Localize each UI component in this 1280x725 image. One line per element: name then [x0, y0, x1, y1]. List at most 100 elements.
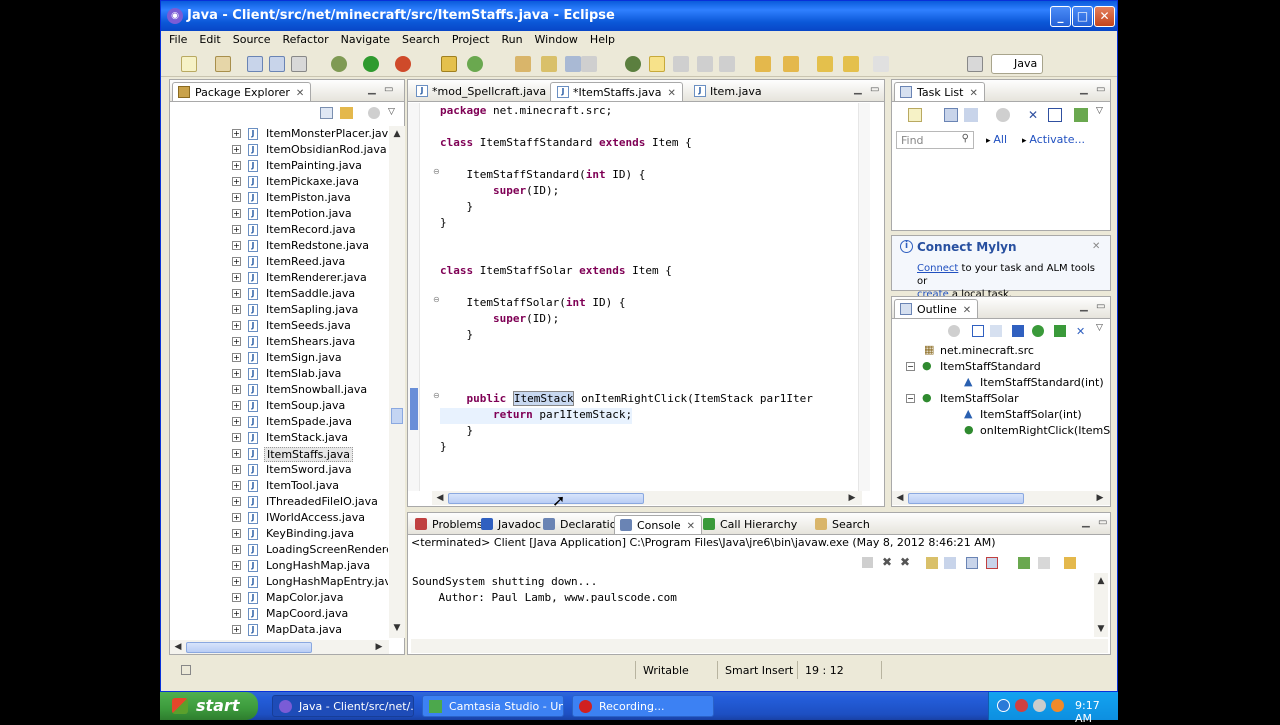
package-tree-item[interactable]: + J ItemMonsterPlacer.java [170, 126, 388, 142]
previous-annotation-icon[interactable] [783, 56, 799, 72]
clear-icon[interactable]: ✕ [1028, 108, 1038, 122]
code-line[interactable]: } [440, 424, 473, 440]
expand-icon[interactable]: + [232, 433, 241, 442]
package-tree-item[interactable]: + J ItemObsidianRod.java [170, 142, 388, 158]
code-line[interactable]: class ItemStaffSolar extends Item { [440, 264, 672, 280]
external-tools-icon[interactable] [395, 56, 411, 72]
open-perspective-icon[interactable] [967, 56, 983, 72]
package-tree-item[interactable]: + J KeyBinding.java [170, 526, 388, 542]
code-line[interactable]: return par1ItemStack; [440, 408, 633, 424]
minimize-view-icon[interactable]: ▁ [854, 84, 862, 95]
minimize-view-icon[interactable]: ▁ [1082, 517, 1090, 528]
package-tree-item[interactable]: + J ItemPotion.java [170, 206, 388, 222]
minimize-view-icon[interactable]: ▁ [1080, 84, 1088, 95]
new-java-project-icon[interactable] [441, 56, 457, 72]
expand-icon[interactable]: + [232, 337, 241, 346]
new-project-icon[interactable] [215, 56, 231, 72]
expand-icon[interactable]: + [232, 369, 241, 378]
expand-icon[interactable]: + [232, 193, 241, 202]
scroll-thumb[interactable] [391, 408, 403, 424]
close-tab-icon[interactable]: ✕ [296, 88, 304, 99]
minimize-button[interactable]: _ [1050, 6, 1071, 27]
filter-outline-icon[interactable]: ✕ [1076, 325, 1088, 338]
package-tree-item[interactable]: + J ItemSign.java [170, 350, 388, 366]
scroll-lock-icon[interactable] [944, 557, 956, 569]
maximize-view-icon[interactable]: ▭ [384, 84, 393, 95]
code-line[interactable]: super(ID); [440, 312, 559, 328]
show-stdout-icon[interactable] [966, 557, 978, 569]
collapse-all-icon[interactable] [320, 107, 333, 119]
fold-marker-icon[interactable]: ⊖ [433, 295, 440, 304]
outline-item[interactable]: − ● ItemStaffStandard [892, 359, 1110, 375]
terminate-icon[interactable] [862, 557, 873, 568]
expand-icon[interactable]: + [232, 241, 241, 250]
expand-icon[interactable]: + [232, 145, 241, 154]
maximize-button[interactable]: □ [1072, 6, 1093, 27]
package-vertical-scrollbar[interactable]: ▲ ▼ [389, 126, 405, 638]
collapse-icon[interactable]: − [906, 394, 915, 403]
scroll-left-arrow-icon[interactable]: ◀ [172, 641, 184, 653]
code-line[interactable]: ItemStaffSolar(int ID) { [440, 296, 625, 312]
fast-view-icon[interactable] [181, 665, 191, 675]
menu-refactor[interactable]: Refactor [275, 31, 333, 46]
console-vertical-scrollbar[interactable]: ▲ ▼ [1094, 573, 1108, 637]
expand-icon[interactable]: + [232, 257, 241, 266]
task-recording[interactable]: Recording... [572, 695, 714, 717]
block-selection-icon[interactable] [673, 56, 689, 72]
find-input[interactable]: Find ⚲ [896, 131, 974, 149]
package-tree-item[interactable]: + J ItemStaffs.java [170, 446, 388, 462]
console-output[interactable]: SoundSystem shutting down... Author: Pau… [412, 573, 1092, 637]
package-tree-item[interactable]: + J ItemStack.java [170, 430, 388, 446]
menu-window[interactable]: Window [527, 31, 582, 46]
code-line[interactable]: package net.minecraft.src; [440, 104, 612, 120]
clock[interactable]: 9:17 AM [1075, 699, 1118, 725]
outline-item[interactable]: ▦ net.minecraft.src [892, 343, 1110, 359]
expand-icon[interactable]: + [232, 577, 241, 586]
package-tree-item[interactable]: + J MapCoord.java [170, 606, 388, 622]
hide-local-types-icon[interactable] [1054, 325, 1066, 337]
remove-all-icon[interactable]: ✖ [900, 555, 910, 569]
fold-marker-icon[interactable]: ⊖ [433, 167, 440, 176]
new-icon[interactable] [181, 56, 197, 72]
toggle-breadcrumb-icon[interactable] [625, 56, 641, 72]
editor-horizontal-scrollbar[interactable]: ◀ ▶ [432, 491, 862, 505]
close-tab-icon[interactable]: ✕ [969, 88, 977, 99]
menu-run[interactable]: Run [493, 31, 526, 46]
package-tree-item[interactable]: + J ItemSlab.java [170, 366, 388, 382]
display-console-icon[interactable] [1038, 557, 1050, 569]
scroll-right-arrow-icon[interactable]: ▶ [1094, 492, 1106, 504]
console-horizontal-scrollbar[interactable] [411, 639, 1108, 653]
connect-link[interactable]: Connect [917, 263, 958, 274]
new-task-icon[interactable] [908, 108, 922, 122]
expand-icon[interactable]: + [232, 177, 241, 186]
menu-navigate[interactable]: Navigate [333, 31, 394, 46]
code-line[interactable]: } [440, 200, 473, 216]
fold-marker-icon[interactable]: ⊖ [433, 391, 440, 400]
hscroll-thumb[interactable] [448, 493, 644, 504]
expand-icon[interactable]: + [232, 401, 241, 410]
tab-package-explorer[interactable]: Package Explorer ✕ [172, 82, 312, 101]
collapse-outline-icon[interactable] [972, 325, 984, 337]
last-edit-icon[interactable] [817, 56, 833, 72]
save-all-icon[interactable] [269, 56, 285, 72]
synchronize-icon[interactable] [1074, 108, 1088, 122]
package-tree-item[interactable]: + J ItemSapling.java [170, 302, 388, 318]
package-tree-item[interactable]: + J IThreadedFileIO.java [170, 494, 388, 510]
tab-outline[interactable]: Outline ✕ [894, 299, 979, 318]
close-mylyn-icon[interactable]: ✕ [1092, 241, 1100, 252]
package-horizontal-scrollbar[interactable]: ◀ ▶ [170, 640, 389, 654]
expand-icon[interactable]: + [232, 289, 241, 298]
expand-icon[interactable]: + [232, 129, 241, 138]
collapse-icon[interactable]: − [906, 362, 915, 371]
expand-icon[interactable]: + [232, 561, 241, 570]
code-line[interactable]: public ItemStack onItemRightClick(ItemSt… [440, 391, 813, 408]
forward-icon[interactable] [873, 56, 889, 72]
expand-icon[interactable]: + [232, 465, 241, 474]
hscroll-thumb[interactable] [908, 493, 1024, 504]
open-type-icon[interactable] [515, 56, 531, 72]
close-tab-icon[interactable]: ✕ [667, 88, 675, 99]
link-with-editor-icon[interactable] [340, 107, 353, 119]
scroll-down-arrow-icon[interactable]: ▼ [1095, 623, 1107, 635]
pin-console-icon[interactable] [1018, 557, 1030, 569]
filter-icon[interactable] [368, 107, 380, 119]
